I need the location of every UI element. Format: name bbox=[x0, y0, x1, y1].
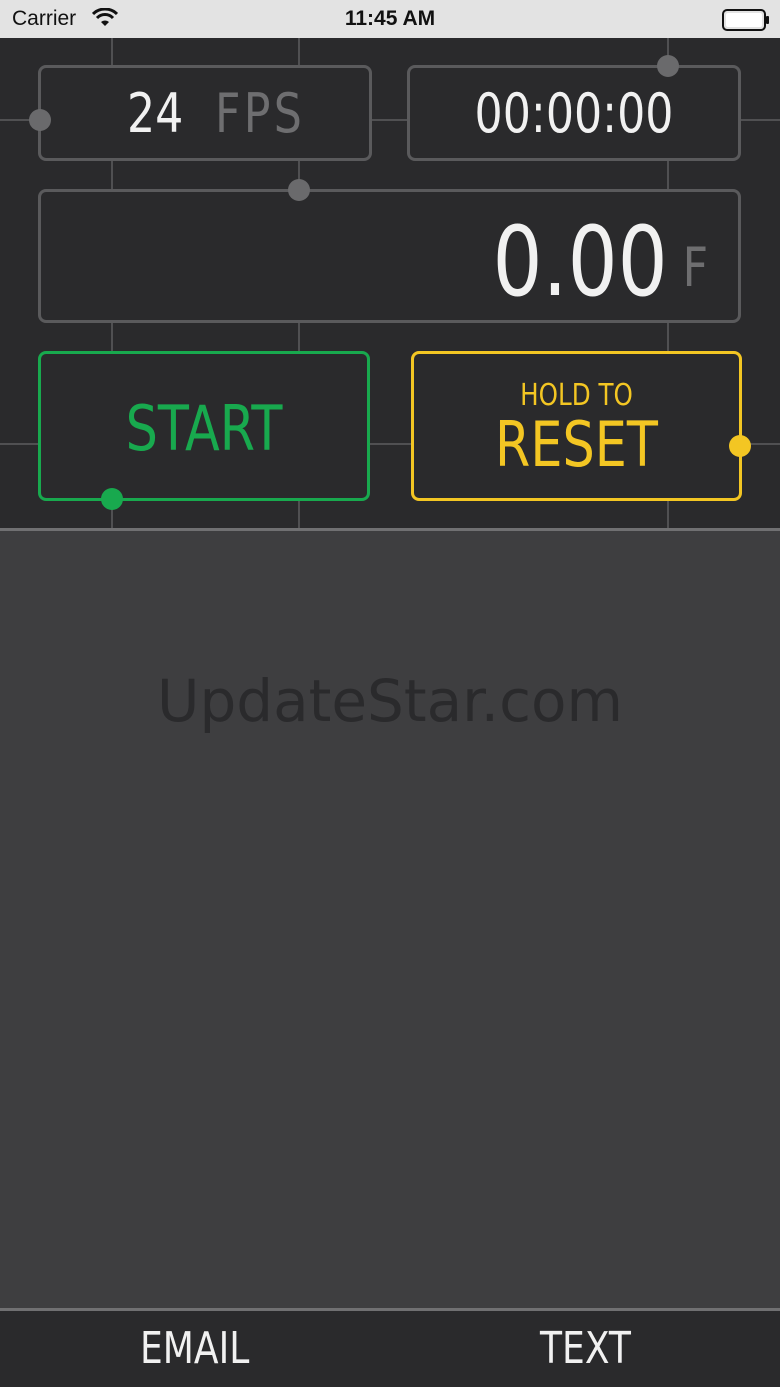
status-time: 11:45 AM bbox=[344, 7, 436, 30]
frames-unit-label: F bbox=[682, 236, 708, 299]
watermark-text: UpdateStar.com bbox=[157, 667, 623, 735]
yellow-knob-dot-icon bbox=[729, 435, 751, 457]
timecode-display[interactable]: 00:00:00 bbox=[407, 65, 741, 161]
timecode-value: 00:00:00 bbox=[474, 82, 674, 145]
reset-button-label: RESET bbox=[495, 408, 658, 481]
knob-dot-icon bbox=[29, 109, 51, 131]
fps-unit-label: FPS bbox=[215, 82, 306, 145]
fps-value: 24 bbox=[127, 82, 184, 145]
knob-dot-icon bbox=[657, 55, 679, 77]
content-area: UpdateStar.com bbox=[0, 531, 780, 1308]
battery-icon bbox=[722, 9, 770, 36]
email-button-label: EMAIL bbox=[140, 1323, 250, 1374]
frames-display: 0.00 F bbox=[38, 189, 741, 323]
email-button[interactable]: EMAIL bbox=[0, 1311, 390, 1387]
app-window: Carrier 11:45 AM 24 FPS 00:00:00 0.00 F … bbox=[0, 0, 780, 1387]
fps-selector[interactable]: 24 FPS bbox=[38, 65, 372, 161]
hold-to-reset-button[interactable]: HOLD TO RESET bbox=[411, 351, 742, 501]
start-button[interactable]: START bbox=[38, 351, 370, 501]
bottom-bar: EMAIL TEXT bbox=[0, 1311, 780, 1387]
start-button-label: START bbox=[125, 392, 283, 465]
green-knob-dot-icon bbox=[101, 488, 123, 510]
knob-dot-icon bbox=[288, 179, 310, 201]
text-button-label: TEXT bbox=[539, 1323, 631, 1374]
control-panel: 24 FPS 00:00:00 0.00 F START HOLD TO RES… bbox=[0, 38, 780, 528]
status-bar: Carrier 11:45 AM bbox=[0, 0, 780, 38]
frames-value: 0.00 bbox=[492, 206, 668, 318]
text-button[interactable]: TEXT bbox=[390, 1311, 780, 1387]
